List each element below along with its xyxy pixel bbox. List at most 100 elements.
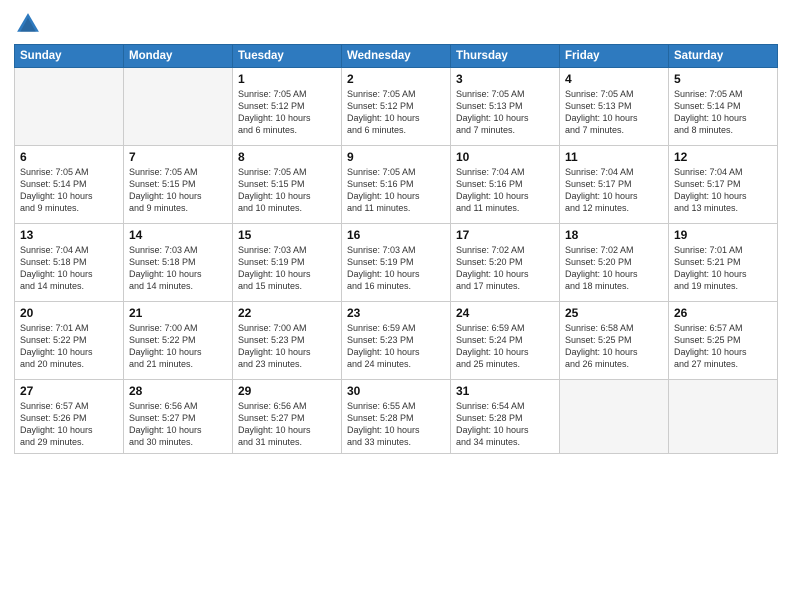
day-number: 20	[20, 306, 118, 320]
day-info: Sunrise: 6:59 AM Sunset: 5:23 PM Dayligh…	[347, 322, 445, 371]
day-cell: 18 Sunrise: 7:02 AM Sunset: 5:20 PM Dayli…	[560, 224, 669, 302]
day-number: 10	[456, 150, 554, 164]
day-cell: 14Sunrise: 7:03 AM Sunset: 5:18 PM Dayli…	[124, 224, 233, 302]
day-info: Sunrise: 7:05 AM Sunset: 5:14 PM Dayligh…	[674, 88, 772, 137]
day-cell	[560, 380, 669, 454]
day-number: 5	[674, 72, 772, 86]
day-info: Sunrise: 6:58 AM Sunset: 5:25 PM Dayligh…	[565, 322, 663, 371]
day-number: 30	[347, 384, 445, 398]
day-cell: 19 Sunrise: 7:01 AM Sunset: 5:21 PM Dayli…	[669, 224, 778, 302]
day-number: 27	[20, 384, 118, 398]
day-info: Sunrise: 7:01 AM Sunset: 5:22 PM Dayligh…	[20, 322, 118, 371]
day-info: Sunrise: 7:04 AM Sunset: 5:18 PM Dayligh…	[20, 244, 118, 293]
day-info: Sunrise: 6:57 AM Sunset: 5:26 PM Dayligh…	[20, 400, 118, 449]
day-info: Sunrise: 7:05 AM Sunset: 5:12 PM Dayligh…	[347, 88, 445, 137]
day-number: 26	[674, 306, 772, 320]
day-cell: 29 Sunrise: 6:56 AM Sunset: 5:27 PM Dayli…	[233, 380, 342, 454]
day-cell: 22 Sunrise: 7:00 AM Sunset: 5:23 PM Dayli…	[233, 302, 342, 380]
day-cell: 17Sunrise: 7:02 AM Sunset: 5:20 PM Dayli…	[451, 224, 560, 302]
week-row-1: 1 Sunrise: 7:05 AM Sunset: 5:12 PM Daylig…	[15, 68, 778, 146]
day-info: Sunrise: 7:05 AM Sunset: 5:14 PM Dayligh…	[20, 166, 118, 215]
day-info: Sunrise: 6:56 AM Sunset: 5:27 PM Dayligh…	[129, 400, 227, 449]
col-header-friday: Friday	[560, 45, 669, 68]
calendar-table: SundayMondayTuesdayWednesdayThursdayFrid…	[14, 44, 778, 454]
day-cell: 2 Sunrise: 7:05 AM Sunset: 5:12 PM Daylig…	[342, 68, 451, 146]
day-info: Sunrise: 7:05 AM Sunset: 5:16 PM Dayligh…	[347, 166, 445, 215]
day-cell: 16Sunrise: 7:03 AM Sunset: 5:19 PM Dayli…	[342, 224, 451, 302]
day-cell: 12 Sunrise: 7:04 AM Sunset: 5:17 PM Dayli…	[669, 146, 778, 224]
day-cell: 3Sunrise: 7:05 AM Sunset: 5:13 PM Daylig…	[451, 68, 560, 146]
day-info: Sunrise: 7:05 AM Sunset: 5:12 PM Dayligh…	[238, 88, 336, 137]
day-number: 9	[347, 150, 445, 164]
day-info: Sunrise: 6:56 AM Sunset: 5:27 PM Dayligh…	[238, 400, 336, 449]
day-number: 21	[129, 306, 227, 320]
day-info: Sunrise: 7:00 AM Sunset: 5:22 PM Dayligh…	[129, 322, 227, 371]
day-number: 29	[238, 384, 336, 398]
col-header-saturday: Saturday	[669, 45, 778, 68]
day-info: Sunrise: 6:54 AM Sunset: 5:28 PM Dayligh…	[456, 400, 554, 449]
day-number: 7	[129, 150, 227, 164]
day-info: Sunrise: 6:55 AM Sunset: 5:28 PM Dayligh…	[347, 400, 445, 449]
day-number: 31	[456, 384, 554, 398]
day-info: Sunrise: 6:59 AM Sunset: 5:24 PM Dayligh…	[456, 322, 554, 371]
day-cell: 10 Sunrise: 7:04 AM Sunset: 5:16 PM Dayli…	[451, 146, 560, 224]
day-cell: 28Sunrise: 6:56 AM Sunset: 5:27 PM Dayli…	[124, 380, 233, 454]
day-info: Sunrise: 7:03 AM Sunset: 5:19 PM Dayligh…	[347, 244, 445, 293]
day-number: 2	[347, 72, 445, 86]
day-info: Sunrise: 7:04 AM Sunset: 5:17 PM Dayligh…	[674, 166, 772, 215]
day-info: Sunrise: 7:03 AM Sunset: 5:19 PM Dayligh…	[238, 244, 336, 293]
day-info: Sunrise: 7:04 AM Sunset: 5:16 PM Dayligh…	[456, 166, 554, 215]
week-row-5: 27 Sunrise: 6:57 AM Sunset: 5:26 PM Dayli…	[15, 380, 778, 454]
day-number: 15	[238, 228, 336, 242]
logo	[14, 10, 46, 38]
day-cell: 5 Sunrise: 7:05 AM Sunset: 5:14 PM Daylig…	[669, 68, 778, 146]
day-number: 18	[565, 228, 663, 242]
day-cell: 20 Sunrise: 7:01 AM Sunset: 5:22 PM Dayli…	[15, 302, 124, 380]
day-cell: 21 Sunrise: 7:00 AM Sunset: 5:22 PM Dayli…	[124, 302, 233, 380]
col-header-wednesday: Wednesday	[342, 45, 451, 68]
day-info: Sunrise: 7:05 AM Sunset: 5:15 PM Dayligh…	[129, 166, 227, 215]
col-header-monday: Monday	[124, 45, 233, 68]
day-cell	[124, 68, 233, 146]
logo-icon	[14, 10, 42, 38]
day-cell: 4 Sunrise: 7:05 AM Sunset: 5:13 PM Daylig…	[560, 68, 669, 146]
day-number: 23	[347, 306, 445, 320]
day-info: Sunrise: 7:05 AM Sunset: 5:15 PM Dayligh…	[238, 166, 336, 215]
day-info: Sunrise: 7:02 AM Sunset: 5:20 PM Dayligh…	[565, 244, 663, 293]
day-cell	[15, 68, 124, 146]
day-info: Sunrise: 7:05 AM Sunset: 5:13 PM Dayligh…	[565, 88, 663, 137]
day-info: Sunrise: 7:02 AM Sunset: 5:20 PM Dayligh…	[456, 244, 554, 293]
day-number: 24	[456, 306, 554, 320]
day-number: 3	[456, 72, 554, 86]
day-number: 8	[238, 150, 336, 164]
day-info: Sunrise: 7:04 AM Sunset: 5:17 PM Dayligh…	[565, 166, 663, 215]
day-cell: 25 Sunrise: 6:58 AM Sunset: 5:25 PM Dayli…	[560, 302, 669, 380]
day-number: 19	[674, 228, 772, 242]
day-number: 13	[20, 228, 118, 242]
day-cell: 1 Sunrise: 7:05 AM Sunset: 5:12 PM Daylig…	[233, 68, 342, 146]
day-cell: 26 Sunrise: 6:57 AM Sunset: 5:25 PM Dayli…	[669, 302, 778, 380]
day-cell: 7 Sunrise: 7:05 AM Sunset: 5:15 PM Daylig…	[124, 146, 233, 224]
day-number: 1	[238, 72, 336, 86]
day-number: 11	[565, 150, 663, 164]
col-header-tuesday: Tuesday	[233, 45, 342, 68]
day-cell: 31 Sunrise: 6:54 AM Sunset: 5:28 PM Dayli…	[451, 380, 560, 454]
day-number: 14	[129, 228, 227, 242]
day-info: Sunrise: 7:01 AM Sunset: 5:21 PM Dayligh…	[674, 244, 772, 293]
day-number: 4	[565, 72, 663, 86]
day-info: Sunrise: 6:57 AM Sunset: 5:25 PM Dayligh…	[674, 322, 772, 371]
day-cell: 9 Sunrise: 7:05 AM Sunset: 5:16 PM Daylig…	[342, 146, 451, 224]
day-number: 12	[674, 150, 772, 164]
day-cell: 13 Sunrise: 7:04 AM Sunset: 5:18 PM Dayli…	[15, 224, 124, 302]
week-row-2: 6Sunrise: 7:05 AM Sunset: 5:14 PM Daylig…	[15, 146, 778, 224]
day-cell: 15 Sunrise: 7:03 AM Sunset: 5:19 PM Dayli…	[233, 224, 342, 302]
week-row-3: 13 Sunrise: 7:04 AM Sunset: 5:18 PM Dayli…	[15, 224, 778, 302]
day-number: 25	[565, 306, 663, 320]
header-row: SundayMondayTuesdayWednesdayThursdayFrid…	[15, 45, 778, 68]
day-info: Sunrise: 7:00 AM Sunset: 5:23 PM Dayligh…	[238, 322, 336, 371]
day-cell: 23 Sunrise: 6:59 AM Sunset: 5:23 PM Dayli…	[342, 302, 451, 380]
day-number: 22	[238, 306, 336, 320]
day-cell: 11 Sunrise: 7:04 AM Sunset: 5:17 PM Dayli…	[560, 146, 669, 224]
day-cell: 30 Sunrise: 6:55 AM Sunset: 5:28 PM Dayli…	[342, 380, 451, 454]
col-header-sunday: Sunday	[15, 45, 124, 68]
